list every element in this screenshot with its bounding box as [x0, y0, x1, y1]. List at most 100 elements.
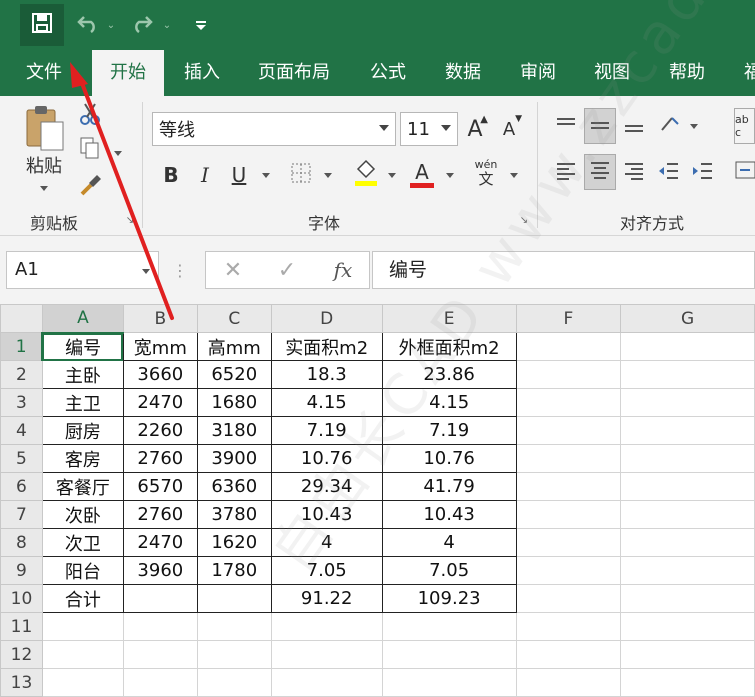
redo-dropdown-icon[interactable]: ⌄: [160, 4, 174, 46]
cell[interactable]: [620, 360, 755, 389]
cell[interactable]: 1680: [196, 388, 272, 417]
cell[interactable]: 客餐厅: [41, 472, 124, 501]
cell[interactable]: 7.05: [270, 556, 383, 585]
tab-page-layout[interactable]: 页面布局: [258, 50, 330, 96]
row-header[interactable]: 8: [0, 528, 43, 557]
font-color-button[interactable]: A: [408, 158, 436, 190]
cancel-icon[interactable]: ✕: [220, 256, 246, 284]
cell[interactable]: 7.19: [270, 416, 383, 445]
bold-button[interactable]: B: [158, 160, 184, 190]
select-all-corner[interactable]: [0, 304, 43, 333]
cell[interactable]: [122, 668, 198, 697]
cell[interactable]: [122, 640, 198, 669]
name-box-dropdown-icon[interactable]: [142, 269, 150, 274]
cell[interactable]: [515, 332, 622, 361]
format-painter-button[interactable]: [78, 174, 104, 200]
cell[interactable]: [620, 472, 755, 501]
cell[interactable]: 4.15: [381, 388, 517, 417]
cell[interactable]: 合计: [41, 584, 124, 613]
paste-label[interactable]: 粘贴: [22, 154, 66, 177]
cell[interactable]: [41, 668, 124, 697]
cell[interactable]: 18.3: [270, 360, 383, 389]
cell[interactable]: 3180: [196, 416, 272, 445]
cell[interactable]: 阳台: [41, 556, 124, 585]
cell[interactable]: 2760: [122, 500, 198, 529]
align-center-button[interactable]: [584, 154, 616, 190]
align-top-button[interactable]: [552, 112, 580, 140]
column-header[interactable]: C: [196, 304, 272, 333]
tab-view[interactable]: 视图: [594, 50, 630, 96]
orientation-dropdown-icon[interactable]: [690, 124, 698, 129]
cell[interactable]: 2470: [122, 388, 198, 417]
cell[interactable]: 23.86: [381, 360, 517, 389]
cell[interactable]: 3780: [196, 500, 272, 529]
column-header[interactable]: B: [122, 304, 198, 333]
column-header[interactable]: D: [270, 304, 383, 333]
fill-color-button[interactable]: [352, 158, 380, 190]
cell[interactable]: 主卧: [41, 360, 124, 389]
cell[interactable]: 3960: [122, 556, 198, 585]
cell[interactable]: 41.79: [381, 472, 517, 501]
cell[interactable]: 次卧: [41, 500, 124, 529]
cell[interactable]: [620, 640, 755, 669]
font-launcher-icon[interactable]: ↘: [518, 214, 530, 226]
align-right-button[interactable]: [620, 158, 648, 188]
row-header[interactable]: 2: [0, 360, 43, 389]
tab-file[interactable]: 文件: [26, 50, 62, 96]
row-header[interactable]: 11: [0, 612, 43, 641]
enter-icon[interactable]: ✓: [274, 256, 300, 284]
cell[interactable]: [620, 556, 755, 585]
paste-button[interactable]: [22, 105, 68, 154]
cell[interactable]: 厨房: [41, 416, 124, 445]
cell[interactable]: [620, 612, 755, 641]
cell[interactable]: 2470: [122, 528, 198, 557]
formula-input[interactable]: 编号: [372, 251, 755, 289]
copy-button[interactable]: [78, 137, 102, 162]
align-left-button[interactable]: [552, 158, 580, 188]
cell[interactable]: [515, 528, 622, 557]
cell[interactable]: 客房: [41, 444, 124, 473]
cell[interactable]: [515, 388, 622, 417]
paste-dropdown-icon[interactable]: [40, 186, 48, 191]
cell[interactable]: 高mm: [196, 332, 272, 361]
cell[interactable]: 2760: [122, 444, 198, 473]
cell[interactable]: 1780: [196, 556, 272, 585]
wrap-text-button[interactable]: ab c: [734, 108, 755, 144]
borders-dropdown-icon[interactable]: [324, 173, 332, 178]
save-button[interactable]: [20, 4, 64, 46]
cell[interactable]: 3900: [196, 444, 272, 473]
cell[interactable]: 6360: [196, 472, 272, 501]
cell[interactable]: [381, 640, 517, 669]
tab-home[interactable]: 开始: [92, 50, 164, 96]
merge-center-button[interactable]: [734, 156, 755, 188]
cell[interactable]: [41, 612, 124, 641]
column-header[interactable]: A: [41, 304, 124, 334]
cell[interactable]: [196, 584, 272, 613]
cell[interactable]: 1620: [196, 528, 272, 557]
row-header[interactable]: 5: [0, 444, 43, 473]
row-header[interactable]: 10: [0, 584, 43, 613]
cell[interactable]: 109.23: [381, 584, 517, 613]
tab-help[interactable]: 帮助: [669, 50, 705, 96]
cell[interactable]: [515, 444, 622, 473]
cell[interactable]: 10.43: [381, 500, 517, 529]
decrease-font-size-button[interactable]: A ▼: [496, 114, 522, 144]
cell[interactable]: [515, 472, 622, 501]
clipboard-launcher-icon[interactable]: ↘: [124, 214, 136, 226]
cell[interactable]: 次卫: [41, 528, 124, 557]
cell[interactable]: [620, 332, 755, 361]
cell[interactable]: [620, 528, 755, 557]
cell[interactable]: 4.15: [270, 388, 383, 417]
cell[interactable]: 7.05: [381, 556, 517, 585]
cell[interactable]: [196, 640, 272, 669]
font-color-dropdown-icon[interactable]: [446, 173, 454, 178]
cell[interactable]: 91.22: [270, 584, 383, 613]
cell[interactable]: [620, 444, 755, 473]
cell[interactable]: [620, 416, 755, 445]
cell[interactable]: [270, 640, 383, 669]
tab-data[interactable]: 数据: [445, 50, 481, 96]
row-header[interactable]: 9: [0, 556, 43, 585]
cell[interactable]: [41, 640, 124, 669]
undo-button[interactable]: [72, 4, 104, 46]
underline-button[interactable]: U: [226, 160, 252, 190]
